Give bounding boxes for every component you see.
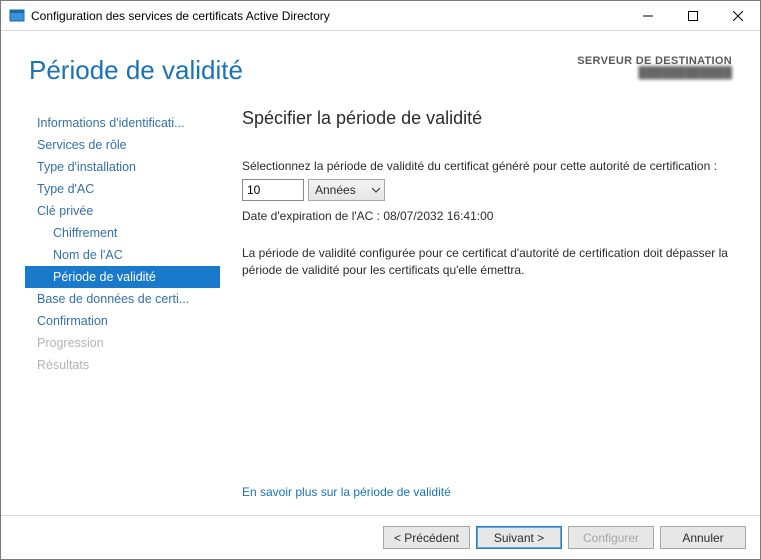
configure-button[interactable]: Configurer xyxy=(568,526,654,549)
wizard-body: Informations d'identificati...Services d… xyxy=(1,90,760,515)
minimize-button[interactable] xyxy=(625,1,670,30)
destination-label: SERVEUR DE DESTINATION xyxy=(577,55,732,67)
window-title: Configuration des services de certificat… xyxy=(31,9,625,23)
sidebar-item[interactable]: Services de rôle xyxy=(25,134,220,156)
sidebar-item[interactable]: Confirmation xyxy=(25,310,220,332)
period-unit-label: Années xyxy=(315,183,356,197)
maximize-button[interactable] xyxy=(670,1,715,30)
next-button[interactable]: Suivant > xyxy=(476,526,562,549)
period-unit-select[interactable]: Années xyxy=(308,179,385,201)
sidebar-item[interactable]: Base de données de certi... xyxy=(25,288,220,310)
sidebar-item: Progression xyxy=(25,332,220,354)
main-panel: Spécifier la période de validité Sélecti… xyxy=(220,98,736,515)
sidebar-item[interactable]: Type d'installation xyxy=(25,156,220,178)
period-row: Années xyxy=(242,179,732,201)
sidebar: Informations d'identificati...Services d… xyxy=(25,98,220,515)
expiry-text: Date d'expiration de l'AC : 08/07/2032 1… xyxy=(242,209,732,223)
destination-value: ████████████ xyxy=(577,67,732,79)
close-button[interactable] xyxy=(715,1,760,30)
app-icon xyxy=(9,8,25,24)
section-title: Spécifier la période de validité xyxy=(242,108,732,129)
period-input[interactable] xyxy=(242,179,304,201)
destination-block: SERVEUR DE DESTINATION ████████████ xyxy=(577,55,732,79)
chevron-down-icon xyxy=(372,186,380,194)
sidebar-item[interactable]: Période de validité xyxy=(25,266,220,288)
sidebar-item: Résultats xyxy=(25,354,220,376)
sidebar-item[interactable]: Type d'AC xyxy=(25,178,220,200)
sidebar-item[interactable]: Chiffrement xyxy=(25,222,220,244)
learn-more-link[interactable]: En savoir plus sur la période de validit… xyxy=(242,485,732,515)
titlebar: Configuration des services de certificat… xyxy=(1,1,760,31)
sidebar-item[interactable]: Clé privée xyxy=(25,200,220,222)
validity-note: La période de validité configurée pour c… xyxy=(242,245,732,280)
wizard-header: Période de validité SERVEUR DE DESTINATI… xyxy=(1,31,760,90)
sidebar-item[interactable]: Nom de l'AC xyxy=(25,244,220,266)
period-label: Sélectionnez la période de validité du c… xyxy=(242,159,732,173)
cancel-button[interactable]: Annuler xyxy=(660,526,746,549)
page-title: Période de validité xyxy=(29,55,577,86)
wizard-footer: < Précédent Suivant > Configurer Annuler xyxy=(1,515,760,559)
previous-button[interactable]: < Précédent xyxy=(383,526,470,549)
sidebar-item[interactable]: Informations d'identificati... xyxy=(25,112,220,134)
